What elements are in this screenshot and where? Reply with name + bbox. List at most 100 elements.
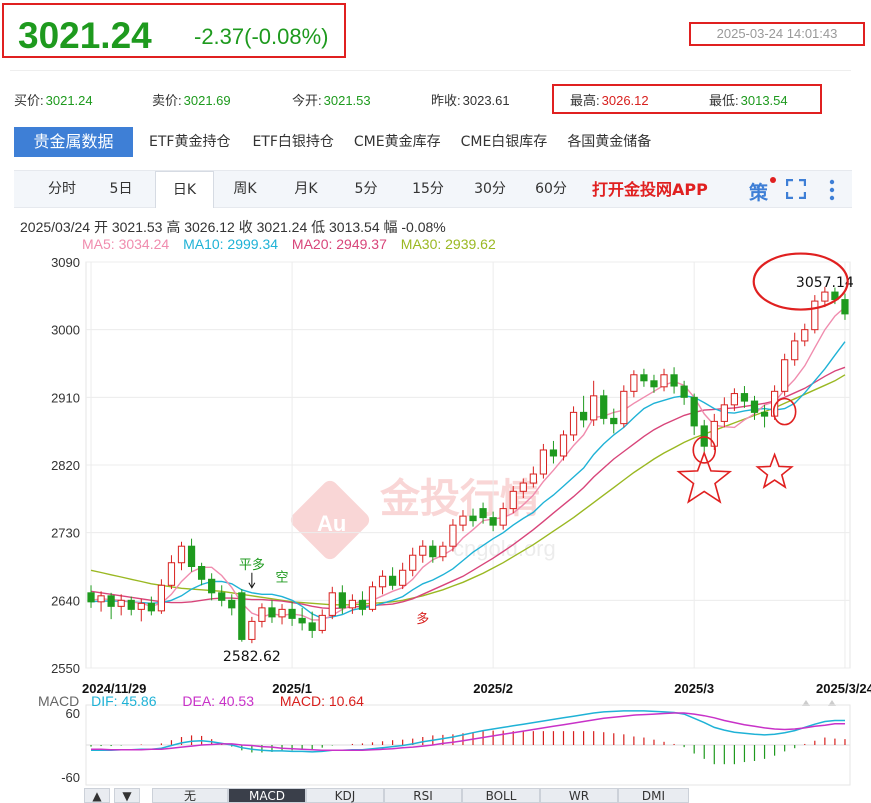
star-icon [755, 452, 794, 489]
candle-up [801, 329, 809, 342]
tab-etf-silver[interactable]: ETF白银持仓 [244, 127, 341, 157]
candle-up [177, 545, 186, 564]
tab-weekly-k[interactable]: 周K [220, 171, 270, 208]
strategy-icon[interactable]: 策 [749, 178, 768, 205]
prev-close-label: 昨收: [431, 93, 461, 108]
tab-cme-silver[interactable]: CME白银库存 [453, 127, 556, 157]
candle-down [750, 400, 759, 413]
candle-down [760, 411, 769, 417]
candle-down [127, 599, 135, 610]
y-tick-label: 3090 [51, 255, 80, 270]
candle-up [439, 545, 447, 558]
candle-up [97, 595, 105, 603]
candle-up [559, 434, 568, 457]
candle-down [238, 592, 246, 640]
candle-up [821, 291, 829, 302]
candle-up [459, 515, 467, 526]
indicator-none[interactable]: 无 [152, 788, 228, 803]
tab-precious-metals[interactable]: 贵金属数据 [14, 127, 133, 157]
candle-up [167, 562, 176, 586]
candle-down [268, 607, 276, 618]
high-quote: 最高: 3026.12 [570, 90, 649, 109]
low-quote: 最低: 3013.54 [709, 90, 788, 109]
indicator-macd[interactable]: MACD [228, 788, 306, 803]
indicator-wr[interactable]: WR [540, 788, 618, 803]
candle-down [549, 449, 558, 457]
candle-up [569, 411, 578, 436]
y-tick-label: 2640 [51, 593, 80, 608]
x-tick-label: 2025/2 [473, 681, 513, 696]
candle-up [409, 554, 417, 571]
candle-up [509, 490, 517, 510]
tab-60min[interactable]: 60分 [526, 171, 576, 208]
candle-down [690, 396, 698, 427]
quote-datetime: 2025-03-24 14:01:43 [689, 22, 865, 46]
indicator-bar: ▲ ▼ 无 MACD KDJ RSI BOLL WR DMI [84, 788, 689, 803]
data-tabs: 贵金属数据 ETF黄金持仓 ETF白银持仓 CME黄金库存 CME白银库存 各国… [14, 127, 659, 157]
candle-down [218, 592, 226, 601]
annotation-label: 平多 [239, 557, 265, 573]
indicator-boll[interactable]: BOLL [462, 788, 540, 803]
candle-up [117, 599, 125, 607]
y-tick-label: 2820 [51, 458, 80, 473]
open-quote: 今开: 3021.53 [292, 90, 371, 109]
candle-down [308, 622, 316, 631]
tab-gold-reserves[interactable]: 各国黄金储备 [559, 127, 659, 157]
tab-timeshare[interactable]: 分时 [34, 171, 90, 208]
indicator-kdj[interactable]: KDJ [306, 788, 384, 803]
tab-30min[interactable]: 30分 [465, 171, 515, 208]
x-tick-label: 2025/3/24 [816, 681, 871, 696]
scroll-down-button[interactable]: ▼ [114, 788, 140, 803]
current-price: 3021.24 [18, 15, 152, 56]
macd-value-label: MACD: 10.64 [279, 693, 364, 709]
tab-5min[interactable]: 5分 [344, 171, 388, 208]
macd-legend: MACD DIF: 45.86 DEA: 40.53 MACD: 10.64 [38, 693, 372, 709]
open-app-link[interactable]: 打开金投网APP [592, 171, 708, 208]
high-value: 3026.12 [601, 93, 649, 108]
candle-down [288, 608, 296, 619]
candle-down [579, 411, 588, 421]
fullscreen-icon[interactable] [786, 179, 806, 199]
candle-up [278, 608, 286, 618]
tab-monthly-k[interactable]: 月K [281, 171, 331, 208]
tab-cme-gold[interactable]: CME黄金库存 [346, 127, 449, 157]
low-label: 最低: [709, 93, 739, 108]
tab-15min[interactable]: 15分 [403, 171, 453, 208]
candle-down [740, 393, 749, 402]
tab-daily-k[interactable]: 日K [155, 171, 214, 208]
candle-up [529, 473, 537, 484]
more-icon[interactable] [827, 179, 837, 201]
candle-down [147, 602, 155, 612]
y-tick-label: 3000 [51, 323, 80, 338]
candle-up [318, 614, 326, 631]
candle-down [700, 425, 708, 447]
ask-label: 卖价: [152, 93, 182, 108]
y-tick-label: 2550 [51, 661, 80, 676]
candle-down [670, 374, 678, 387]
indicator-dmi[interactable]: DMI [618, 788, 689, 803]
notification-dot [770, 177, 776, 183]
candle-up [791, 340, 799, 361]
candle-down [489, 517, 497, 526]
low-value: 3013.54 [740, 93, 788, 108]
buy-signal-label: 多 [416, 611, 429, 627]
candle-down [358, 599, 367, 610]
bid-quote: 买价: 3021.24 [14, 90, 93, 109]
candle-up [499, 508, 507, 526]
tab-etf-gold[interactable]: ETF黄金持仓 [141, 127, 238, 157]
indicator-rsi[interactable]: RSI [384, 788, 462, 803]
candle-down [338, 592, 346, 609]
candle-up [730, 393, 739, 406]
candle-up [328, 592, 336, 616]
candle-down [87, 592, 95, 603]
tab-5day[interactable]: 5日 [96, 171, 146, 208]
annotation-label: 空 [276, 571, 289, 586]
scroll-up-button[interactable]: ▲ [84, 788, 110, 803]
candle-down [680, 385, 688, 398]
candle-down [388, 575, 397, 586]
bid-value: 3021.24 [45, 93, 93, 108]
candle-up [630, 374, 638, 392]
candle-up [519, 482, 527, 492]
candle-up [348, 599, 357, 609]
ask-quote: 卖价: 3021.69 [152, 90, 231, 109]
